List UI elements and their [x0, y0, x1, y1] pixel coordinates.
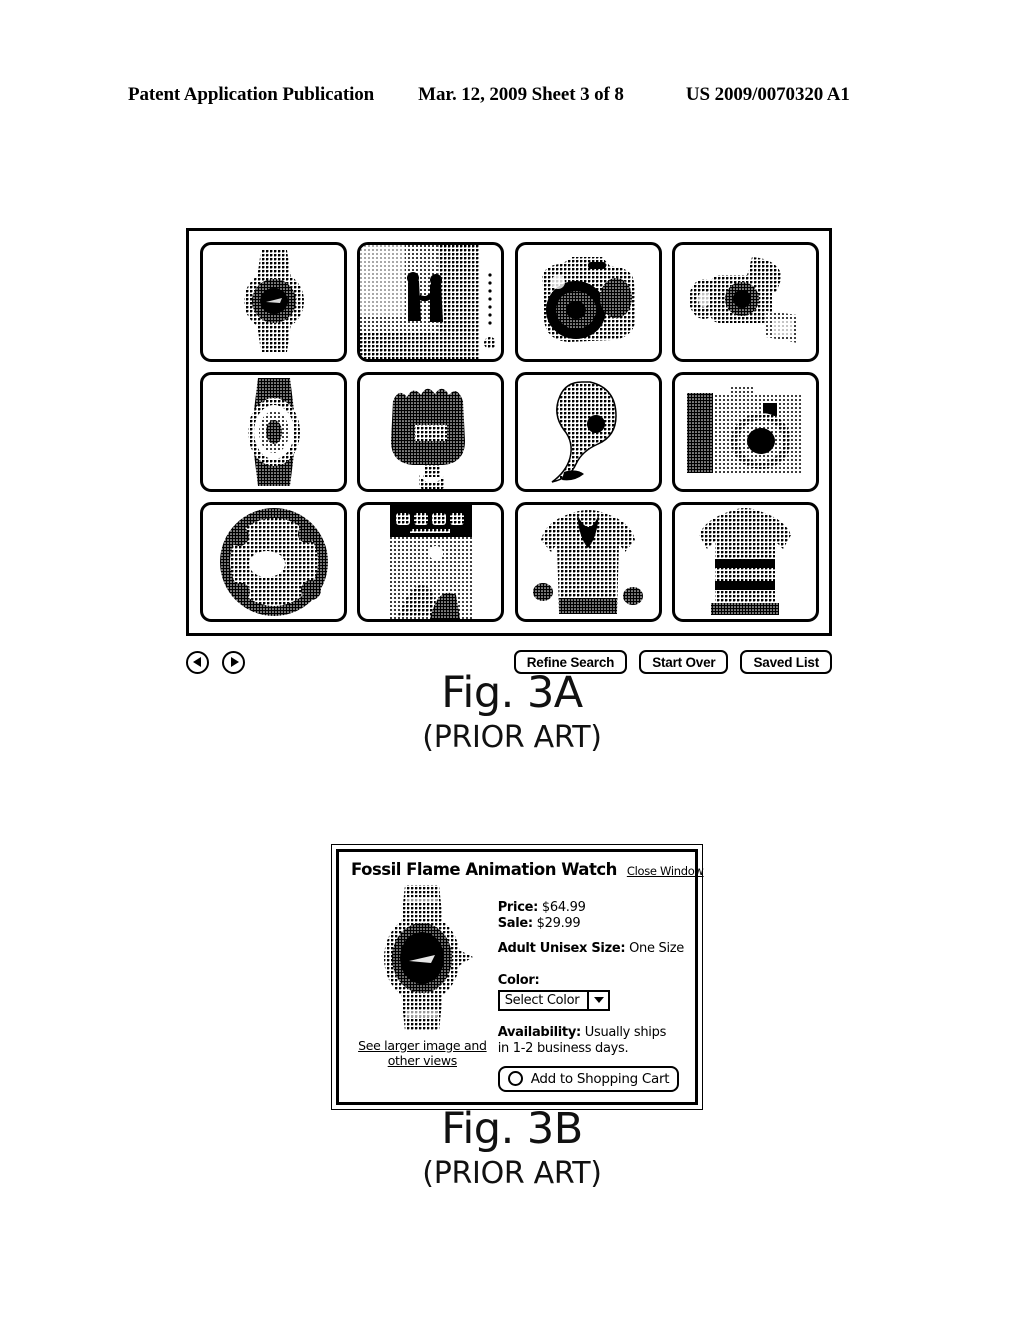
- availability-value-line1: Usually ships: [584, 1024, 667, 1040]
- dialog-titlebar: Fossil Flame Animation Watch Close Windo…: [351, 860, 704, 879]
- availability-row: Availability: Usually ships in 1-2 busin…: [498, 1025, 684, 1057]
- product-thumbnail-poster-print[interactable]: [357, 502, 505, 622]
- product-thumbnail-holiday-wreath[interactable]: [200, 502, 347, 622]
- saved-list-button[interactable]: Saved List: [740, 650, 832, 674]
- figure-3b-number: Fig. 3B: [441, 1104, 583, 1154]
- back-triangle: [193, 657, 201, 667]
- product-detail-dialog: Fossil Flame Animation Watch Close Windo…: [336, 849, 704, 1105]
- add-to-shopping-cart-button[interactable]: Add to Shopping Cart: [497, 1065, 680, 1092]
- figure-3a-number: Fig. 3A: [441, 668, 583, 718]
- results-row: [200, 502, 819, 622]
- see-larger-line1: See larger image and: [358, 1038, 487, 1053]
- photo-people-icon: [360, 245, 501, 359]
- watch-round-icon: [214, 246, 334, 358]
- dialog-body: See larger image and other views Price: …: [351, 883, 684, 1092]
- dialog-image-column: See larger image and other views: [351, 883, 494, 1092]
- forward-arrow-icon[interactable]: [222, 650, 245, 674]
- product-thumbnail-wrist-watch-dark-dial[interactable]: [200, 242, 347, 362]
- patent-number-label: US 2009/0070320 A1: [685, 84, 850, 105]
- close-window-link[interactable]: Close Window: [627, 864, 704, 878]
- figure-3a-prior-art: (PRIOR ART): [422, 720, 602, 755]
- product-thumbnail-people-photo[interactable]: [357, 242, 505, 362]
- sale-row: Sale: $29.99: [498, 916, 684, 932]
- results-row: [200, 372, 819, 492]
- product-thumbnail-compact-camera[interactable]: [671, 372, 819, 492]
- product-image[interactable]: [362, 883, 482, 1038]
- size-value: One Size: [629, 940, 684, 956]
- sale-label: Sale:: [497, 915, 533, 931]
- see-larger-image-link[interactable]: See larger image and other views: [358, 1038, 487, 1069]
- pendant-icon: [381, 375, 481, 489]
- product-thumbnail-wrist-watch-oval[interactable]: [200, 372, 347, 492]
- product-thumbnail-striped-sweater[interactable]: [671, 502, 819, 622]
- add-to-cart-label: Add to Shopping Cart: [530, 1070, 670, 1087]
- product-thumbnail-pocket-watch-pendant[interactable]: [357, 372, 505, 492]
- poster-icon: [389, 505, 472, 619]
- product-thumbnail-mens-jacket[interactable]: [514, 502, 662, 622]
- sweater-icon: [689, 507, 801, 617]
- start-over-button[interactable]: Start Over: [639, 650, 729, 674]
- figure-3b-prior-art: (PRIOR ART): [422, 1156, 602, 1191]
- headset-icon: [540, 376, 636, 488]
- availability-label: Availability:: [497, 1024, 582, 1040]
- chevron-down-icon[interactable]: [587, 991, 608, 1009]
- cart-circle-icon: [507, 1071, 523, 1087]
- color-label: Color:: [497, 972, 540, 988]
- publication-label: Patent Application Publication: [128, 84, 375, 105]
- product-thumbnail-camcorder[interactable]: [671, 242, 819, 362]
- product-dialog-outer-border: Fossil Flame Animation Watch Close Windo…: [331, 844, 704, 1110]
- figure-3a-caption: Fig. 3A (PRIOR ART): [0, 672, 1024, 757]
- sale-value: $29.99: [536, 915, 581, 931]
- wreath-icon: [215, 506, 333, 618]
- figure-3a: Refine Search Start Over Saved List: [186, 228, 832, 675]
- page-header: Patent Application Publication Mar. 12, …: [128, 84, 896, 106]
- size-label: Adult Unisex Size:: [497, 940, 626, 956]
- see-larger-line2: other views: [387, 1052, 458, 1068]
- figure-3b-caption: Fig. 3B (PRIOR ART): [0, 1108, 1024, 1193]
- compact-camera-icon: [683, 383, 807, 481]
- search-results-frame: [186, 228, 832, 636]
- product-title: Fossil Flame Animation Watch: [351, 860, 617, 879]
- price-row: Price: $64.99: [498, 900, 684, 916]
- product-thumbnail-dslr-camera[interactable]: [514, 242, 662, 362]
- product-thumbnail-bluetooth-headset[interactable]: [514, 372, 662, 492]
- color-select[interactable]: Select Color: [497, 989, 611, 1011]
- price-value: $64.99: [541, 900, 586, 915]
- date-sheet-label: Mar. 12, 2009 Sheet 3 of 8: [418, 84, 624, 105]
- dslr-icon: [528, 248, 648, 356]
- back-arrow-icon[interactable]: [186, 650, 209, 674]
- jacket-icon: [529, 506, 647, 618]
- watch-oval-icon: [226, 376, 322, 488]
- forward-triangle: [230, 657, 239, 667]
- dialog-detail-column: Price: $64.99 Sale: $29.99 Adult Unisex …: [494, 885, 684, 1092]
- availability-value-line2: in 1-2 business days.: [497, 1040, 629, 1056]
- color-select-value: Select Color: [504, 992, 580, 1008]
- fossil-watch-photo-icon: [363, 883, 481, 1038]
- caret-shape: [593, 997, 604, 1004]
- size-row: Adult Unisex Size: One Size: [497, 940, 685, 956]
- price-label: Price:: [497, 900, 539, 915]
- camcorder-icon: [682, 249, 808, 355]
- figure-3b: Fossil Flame Animation Watch Close Windo…: [331, 844, 704, 1110]
- results-row: [200, 242, 819, 362]
